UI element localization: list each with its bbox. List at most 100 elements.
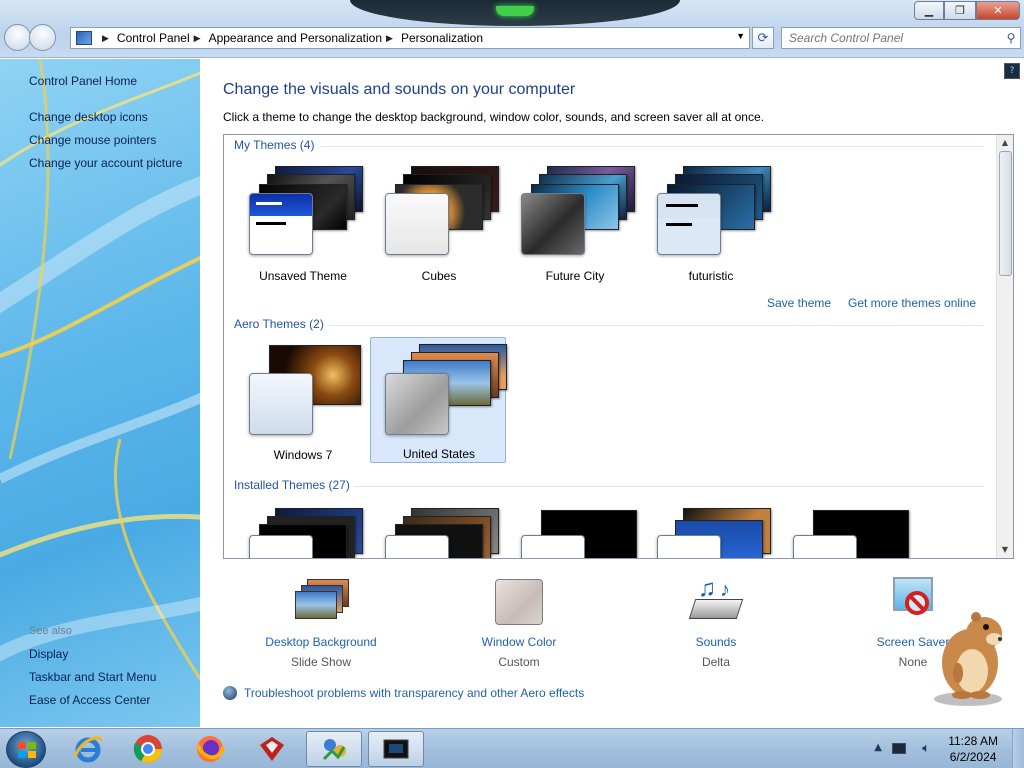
theme-windows-7[interactable]: Windows 7 (234, 338, 370, 464)
window-controls: ▁ ❐ ✕ (914, 1, 1020, 20)
search-box: ⚲ (781, 27, 1021, 49)
scroll-thumb[interactable] (999, 151, 1012, 276)
top-decoration (350, 0, 680, 26)
group-divider (354, 486, 984, 487)
theme-installed-item[interactable] (778, 499, 914, 558)
breadcrumb-control-panel[interactable]: Control Panel (117, 31, 190, 45)
maximize-button[interactable]: ❐ (944, 1, 976, 20)
troubleshoot-label[interactable]: Troubleshoot problems with transparency … (244, 686, 584, 700)
theme-color-swatch (385, 535, 449, 558)
theme-cubes[interactable]: Cubes (370, 159, 506, 285)
theme-installed-item[interactable] (234, 499, 370, 558)
theme-color-swatch (249, 373, 313, 435)
chevron-down-icon[interactable]: ▼ (736, 31, 745, 41)
window-titlebar: ▁ ❐ ✕ ▶ Control Panel ▶ Appearance and P… (0, 0, 1024, 58)
save-theme-link[interactable]: Save theme (767, 296, 831, 310)
theme-label: Future City (545, 269, 605, 283)
theme-futuristic[interactable]: futuristic (642, 159, 778, 285)
search-icon[interactable]: ⚲ (1002, 31, 1020, 45)
taskbar-chrome[interactable] (120, 731, 176, 767)
window-color-label[interactable]: Window Color (444, 635, 594, 649)
breadcrumb-appearance[interactable]: Appearance and Personalization (209, 31, 382, 45)
address-bar[interactable]: ▶ Control Panel ▶ Appearance and Persona… (70, 27, 750, 49)
scroll-up-icon[interactable]: ▲ (997, 135, 1013, 151)
start-button[interactable] (6, 731, 46, 768)
window-color-item[interactable]: Window Color Custom (444, 577, 594, 669)
search-input[interactable] (782, 29, 1002, 47)
sounds-label[interactable]: Sounds (641, 635, 791, 649)
troubleshoot-link[interactable]: Troubleshoot problems with transparency … (223, 686, 584, 700)
theme-color-swatch (385, 373, 449, 435)
system-clock[interactable]: 11:28 AM 6/2/2024 (948, 733, 998, 765)
themes-scrollbar[interactable]: ▲ ▼ (996, 135, 1013, 558)
sounds-icon: ♫ ♪ (688, 575, 744, 629)
sidebar-ease-of-access[interactable]: Ease of Access Center (29, 693, 150, 707)
close-button[interactable]: ✕ (976, 1, 1020, 20)
get-more-themes-link[interactable]: Get more themes online (848, 296, 976, 310)
show-desktop-button[interactable] (1012, 729, 1024, 768)
theme-label: United States (402, 447, 476, 461)
sidebar-control-panel-home[interactable]: Control Panel Home (29, 74, 137, 88)
chevron-right-icon: ▶ (193, 32, 201, 43)
group-aero-themes[interactable]: Aero Themes (2) (234, 317, 324, 331)
taskbar-internet-explorer[interactable] (60, 731, 116, 767)
theme-united-states[interactable]: United States (370, 337, 507, 463)
theme-color-swatch (249, 193, 313, 255)
theme-unsaved[interactable]: Unsaved Theme (234, 159, 370, 285)
sidebar-change-desktop-icons[interactable]: Change desktop icons (29, 110, 148, 124)
tray-expand-icon[interactable]: ▲ (874, 742, 882, 753)
desktop-background-item[interactable]: Desktop Background Slide Show (246, 577, 396, 669)
volume-icon[interactable]: 🔈︎ (922, 741, 930, 756)
refresh-button[interactable]: ⟳ (752, 27, 774, 49)
theme-color-swatch (385, 193, 449, 255)
theme-installed-item[interactable] (506, 499, 642, 558)
see-also-heading: See also (29, 625, 72, 637)
theme-color-swatch (521, 193, 585, 255)
taskbar-control-panel[interactable] (306, 731, 362, 767)
main-content: ? Change the visuals and sounds on your … (200, 59, 1024, 727)
theme-installed-item[interactable] (642, 499, 778, 558)
sidebar-display[interactable]: Display (29, 647, 68, 661)
clock-time: 11:28 AM (948, 734, 998, 748)
personalization-icon (322, 739, 346, 761)
sidebar-change-account-picture[interactable]: Change your account picture (29, 156, 182, 170)
window-color-icon (491, 577, 547, 629)
left-sidebar: Control Panel Home Change desktop icons … (0, 59, 200, 727)
scroll-down-icon[interactable]: ▼ (997, 542, 1013, 558)
sounds-value: Delta (701, 655, 730, 669)
desktop-background-label[interactable]: Desktop Background (246, 635, 396, 649)
window-color-value: Custom (498, 655, 540, 669)
help-icon[interactable]: ? (1004, 63, 1020, 79)
chevron-right-icon: ▶ (386, 32, 393, 43)
sidebar-change-mouse-pointers[interactable]: Change mouse pointers (29, 133, 156, 147)
forward-button[interactable] (29, 24, 56, 51)
breadcrumb-personalization[interactable]: Personalization (401, 31, 483, 45)
theme-label: Cubes (421, 269, 457, 283)
sounds-item[interactable]: ♫ ♪ Sounds Delta (641, 575, 791, 669)
group-my-themes[interactable]: My Themes (4) (234, 138, 314, 152)
theme-label: Unsaved Theme (259, 269, 347, 283)
theme-color-swatch (657, 193, 721, 255)
theme-future-city[interactable]: Future City (506, 159, 642, 285)
control-panel-icon (76, 31, 92, 45)
network-icon[interactable] (892, 743, 906, 754)
page-subtitle: Click a theme to change the desktop back… (223, 110, 764, 124)
theme-label: Windows 7 (273, 448, 333, 462)
taskbar-window[interactable] (368, 731, 424, 767)
taskbar-firefox[interactable] (182, 731, 238, 767)
led-icon (496, 6, 534, 16)
group-installed-themes[interactable]: Installed Themes (27) (234, 478, 350, 492)
internet-explorer-icon (73, 736, 103, 763)
theme-color-swatch (249, 535, 313, 558)
sidebar-taskbar-start-menu[interactable]: Taskbar and Start Menu (29, 670, 156, 684)
back-button[interactable] (4, 24, 31, 51)
taskbar-app-red[interactable] (244, 731, 300, 767)
windows-logo-icon (18, 742, 36, 758)
window-preview-icon (383, 739, 409, 759)
theme-label: futuristic (688, 269, 734, 283)
theme-color-swatch (793, 535, 857, 558)
globe-icon (223, 686, 237, 700)
minimize-button[interactable]: ▁ (914, 1, 944, 20)
theme-installed-item[interactable] (370, 499, 506, 558)
themes-panel: My Themes (4) Unsaved Theme Cubes Future… (223, 134, 1014, 559)
